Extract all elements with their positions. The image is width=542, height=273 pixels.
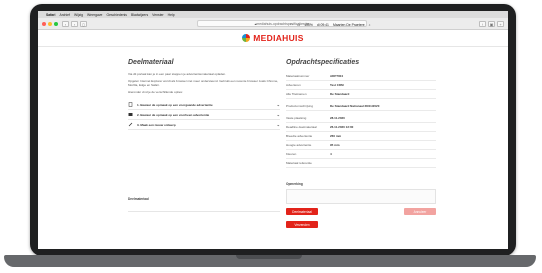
intro-text: Via dit portaal kan je in een paar stapp… bbox=[128, 72, 227, 76]
chevron-down-icon[interactable]: ⌄ bbox=[277, 102, 280, 107]
upload-section: Deelmateriaal bbox=[128, 187, 280, 212]
cancel-button[interactable]: Annuleer bbox=[404, 208, 436, 215]
mac-menubar: Safari Archief Wijzig Weergave Geschiede… bbox=[38, 11, 508, 27]
right-column: Opdrachtspecificaties Materiaalnummer ADP… bbox=[286, 59, 436, 228]
add-tab-icon[interactable]: + bbox=[497, 20, 504, 27]
remark-label: Opmerking bbox=[286, 182, 303, 186]
step-item[interactable]: 2. Bewaar de opmaak op een voorheen adve… bbox=[128, 110, 280, 120]
page-content: Deelmateriaal Via dit portaal kan je in … bbox=[38, 47, 508, 248]
left-column: Deelmateriaal Via dit portaal kan je in … bbox=[128, 59, 280, 130]
upload-button[interactable]: Deelmateriaal bbox=[286, 208, 318, 215]
forward-icon[interactable]: › bbox=[71, 20, 78, 27]
spec-row: Kleuren 4 bbox=[286, 150, 436, 159]
spec-row: Materiaalnummer ADP7004 bbox=[286, 72, 436, 81]
spec-row: Adverteren Test CDM bbox=[286, 81, 436, 90]
image-icon bbox=[128, 112, 133, 117]
menu-item[interactable]: Help bbox=[168, 13, 175, 17]
steps-list: 1. Bewaar de opmaak op een voorgaande ad… bbox=[128, 100, 280, 130]
spec-row: Breedte advertentie 260 mm bbox=[286, 132, 436, 141]
back-icon[interactable]: ‹ bbox=[62, 20, 69, 27]
browser-note: Opgelet: Internet Explorer wordt als bro… bbox=[128, 79, 279, 87]
menu-app[interactable]: Safari bbox=[46, 13, 55, 17]
spec-row: Alle Titelnamen De Standaard bbox=[286, 90, 436, 99]
site-header: MEDIAHUIS bbox=[38, 30, 508, 47]
menubar-status: ◠ ▭ 100% di 09:41 Maarten De Praetere ⌕ bbox=[286, 23, 436, 27]
share-icon[interactable]: ↑ bbox=[479, 20, 486, 27]
chevron-down-icon[interactable]: ⌄ bbox=[277, 112, 280, 117]
step-label: 3. Maak een nieuw ontwerp bbox=[137, 122, 176, 127]
send-button[interactable]: Verzenden bbox=[286, 221, 318, 228]
battery-icon[interactable]: ▭ bbox=[297, 23, 300, 27]
browser-toolbar: ‹ › ▯ 🔒︎ mediahuis-opdrachtspecificaties… bbox=[38, 18, 508, 30]
spec-row: Vaste plaatsing 28.11.2020 bbox=[286, 114, 436, 123]
steps-intro: Hieronder vind je de verschillende optie… bbox=[128, 90, 183, 94]
step-item[interactable]: 1. Bewaar de opmaak op een voorgaande ad… bbox=[128, 100, 280, 110]
battery-percent: 100% bbox=[304, 23, 313, 27]
mediahuis-logo-icon bbox=[242, 34, 251, 42]
menu-item[interactable]: Bladwijzers bbox=[131, 13, 148, 17]
screen: Safari Archief Wijzig Weergave Geschiede… bbox=[38, 11, 508, 249]
remark-section: Opmerking bbox=[286, 182, 436, 204]
sidebar-icon[interactable]: ▯ bbox=[80, 20, 87, 27]
menu-item[interactable]: Venster bbox=[152, 13, 164, 17]
button-row: Deelmateriaal Annuleer bbox=[286, 208, 436, 215]
spec-row: Materiaal referentie bbox=[286, 159, 436, 168]
brand-name: MEDIAHUIS bbox=[253, 33, 304, 43]
document-icon bbox=[128, 102, 133, 107]
specs-title: Opdrachtspecificaties bbox=[286, 59, 360, 66]
step-label: 1. Bewaar de opmaak op een voorgaande ad… bbox=[137, 102, 213, 107]
spec-row: Hoogte advertentie 95 mm bbox=[286, 141, 436, 150]
spec-row: Deadline deelmateriaal 26.11.2020 12:00 bbox=[286, 123, 436, 132]
zoom-icon[interactable] bbox=[54, 21, 58, 26]
laptop-notch bbox=[236, 255, 302, 259]
wifi-icon[interactable]: ◠ bbox=[290, 23, 293, 27]
menu-item[interactable]: Archief bbox=[59, 13, 70, 17]
minimize-icon[interactable] bbox=[48, 21, 52, 26]
upload-label: Deelmateriaal bbox=[128, 197, 149, 201]
spec-row: Productomschrijving De Standaard Nationaa… bbox=[286, 102, 436, 111]
step-item[interactable]: 3. Maak een nieuw ontwerp ⌄ bbox=[128, 120, 280, 130]
page-title: Deelmateriaal bbox=[128, 59, 174, 66]
menu-item[interactable]: Wijzig bbox=[74, 13, 83, 17]
menu-item[interactable]: Weergave bbox=[87, 13, 102, 17]
laptop-frame: Safari Archief Wijzig Weergave Geschiede… bbox=[0, 0, 542, 273]
user-name[interactable]: Maarten De Praetere bbox=[333, 23, 365, 27]
remark-textarea[interactable] bbox=[286, 189, 436, 204]
tabs-icon[interactable]: ▣ bbox=[488, 20, 495, 27]
step-label: 2. Bewaar de opmaak op een voorheen adve… bbox=[137, 112, 210, 117]
menu-item[interactable]: Geschiedenis bbox=[106, 13, 127, 17]
chevron-down-icon[interactable]: ⌄ bbox=[277, 122, 280, 127]
close-icon[interactable] bbox=[42, 21, 46, 26]
pencil-icon bbox=[128, 122, 133, 127]
clock[interactable]: di 09:41 bbox=[317, 23, 329, 27]
search-icon[interactable]: ⌕ bbox=[369, 23, 371, 27]
window-controls bbox=[42, 21, 60, 26]
